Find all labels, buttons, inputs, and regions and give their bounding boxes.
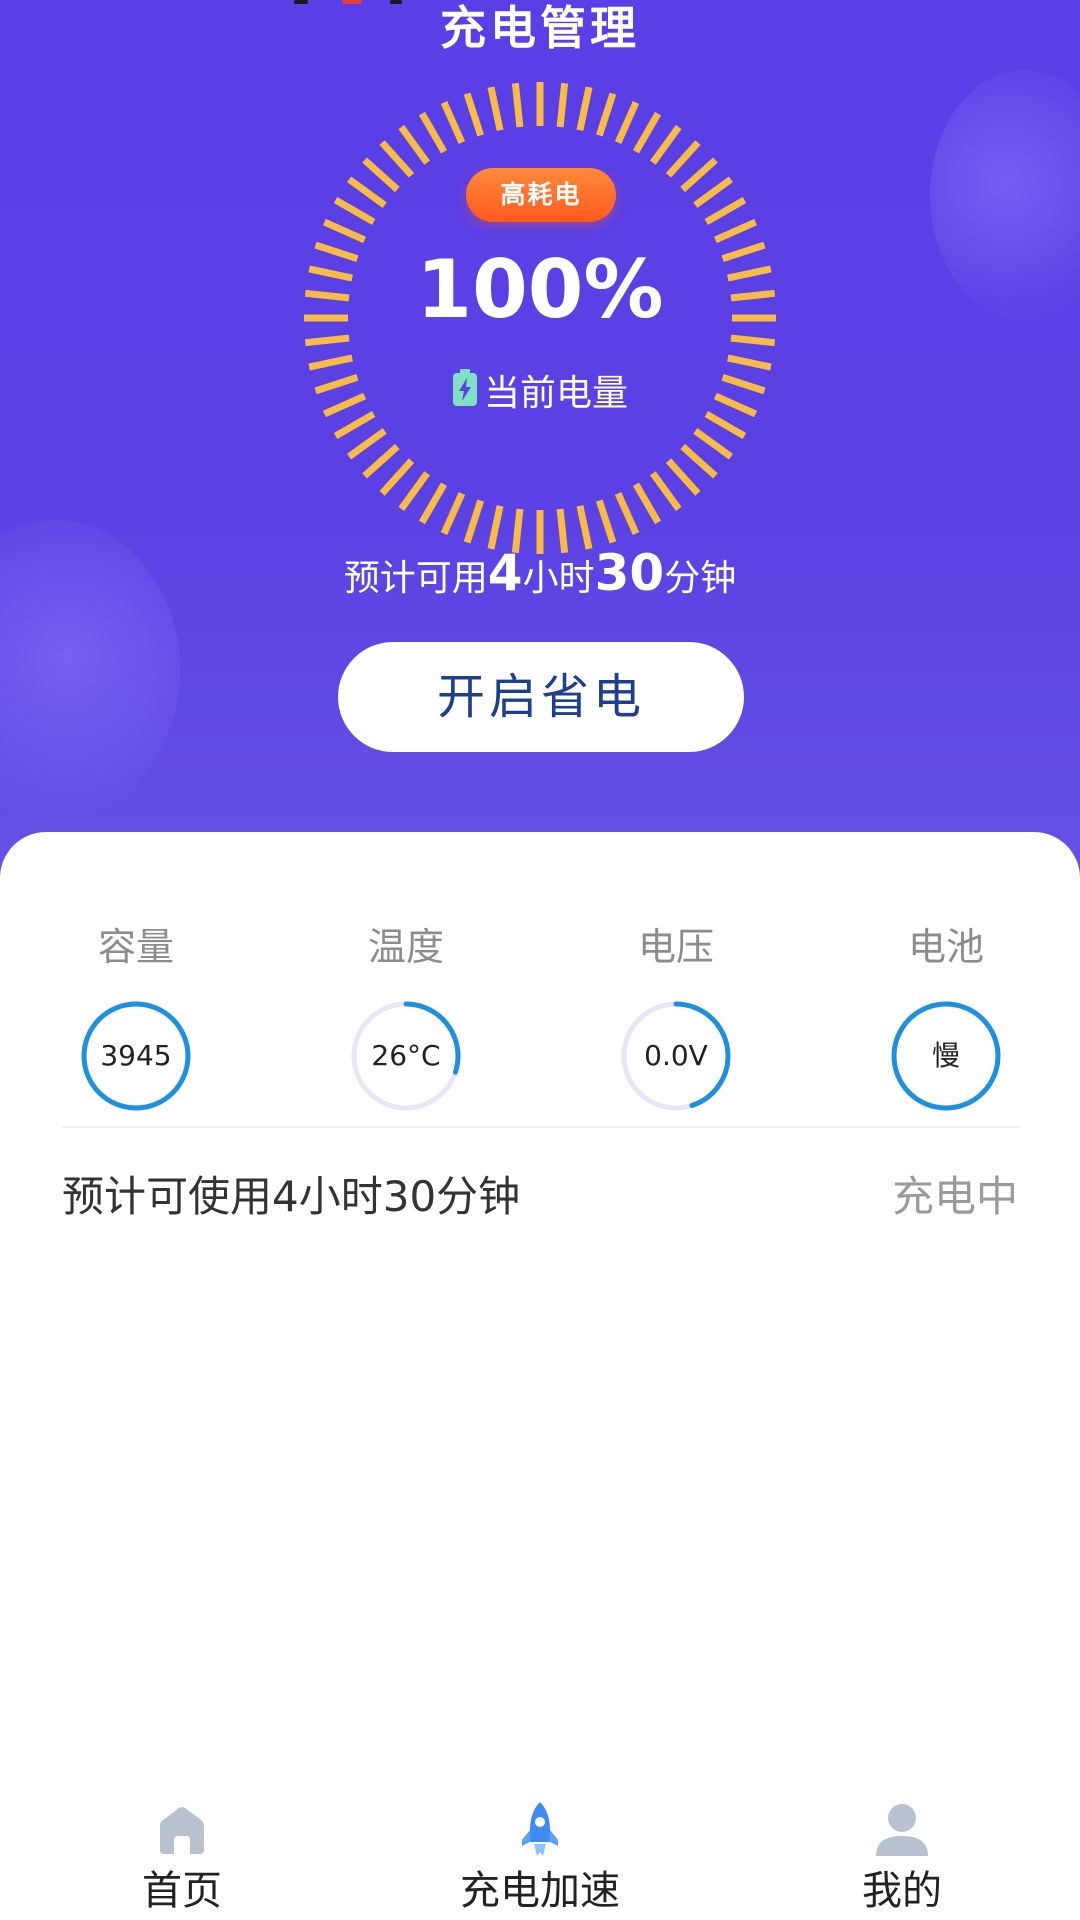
- gauge-tick: [713, 218, 758, 244]
- gauge-tick: [440, 100, 466, 145]
- nav-home-label: 首页: [142, 1868, 222, 1914]
- estimate-time: 预计可用4小时30分钟: [0, 543, 1080, 609]
- gauge-tick: [632, 482, 662, 525]
- divider: [62, 1126, 1020, 1128]
- stat-temperature: 温度 26°C: [316, 922, 496, 1112]
- gauge-tick: [308, 265, 353, 282]
- gauge-tick: [680, 157, 718, 193]
- user-icon: [876, 1804, 928, 1856]
- stat-value: 3945: [100, 1039, 172, 1072]
- stat-value: 慢: [931, 1039, 960, 1072]
- home-icon: [160, 1807, 204, 1854]
- gauge-tick: [614, 491, 640, 536]
- gauge-tick: [721, 374, 766, 395]
- gauge-tick: [596, 499, 617, 544]
- estimate-minutes: 30: [594, 544, 665, 602]
- high-consumption-badge: 高耗电: [466, 168, 616, 222]
- bottom-nav: 首页 充电加速 我的: [0, 1790, 1080, 1920]
- gauge-tick: [463, 92, 484, 137]
- battery-percent: 100%: [416, 243, 664, 336]
- hero-section: 充电管理 高耗电 100% 当前电量 预计可用4小时30分钟 开启省电: [0, 0, 1080, 900]
- nav-mine-label: 我的: [862, 1868, 942, 1914]
- estimate-hours: 4: [487, 544, 523, 602]
- charging-status: 充电中: [891, 1172, 1018, 1221]
- gauge-tick: [704, 410, 747, 440]
- gauge-tick: [730, 289, 776, 302]
- gauge-tick: [347, 428, 387, 460]
- nav-charge-boost-label: 充电加速: [460, 1868, 620, 1914]
- estimate-prefix: 预计可用: [343, 558, 488, 599]
- stat-label: 容量: [97, 925, 174, 969]
- gauge-tick: [576, 86, 593, 131]
- gauge-tick: [418, 482, 448, 525]
- battery-charging-icon: [452, 369, 478, 411]
- nav-charge-boost[interactable]: 充电加速: [420, 1790, 660, 1920]
- gauge-tick: [693, 176, 733, 208]
- stat-label: 电池: [907, 925, 984, 969]
- decorative-orb: [930, 70, 1080, 320]
- stat-value: 0.0V: [644, 1039, 708, 1072]
- gauge-tick: [614, 100, 640, 145]
- gauge-tick: [721, 241, 766, 262]
- stat-voltage: 电压 0.0V: [586, 922, 766, 1112]
- gauge-tick: [379, 458, 415, 496]
- gauge-tick: [347, 176, 387, 208]
- gauge-tick: [304, 289, 350, 302]
- stat-capacity: 容量 3945: [46, 922, 226, 1112]
- gauge-tick: [322, 218, 367, 244]
- estimate-hours-unit: 小时: [522, 558, 595, 599]
- gauge-tick: [596, 92, 617, 137]
- current-level-label: 当前电量: [430, 365, 650, 415]
- gauge-tick: [322, 392, 367, 418]
- gauge-tick: [632, 111, 662, 154]
- stat-label: 温度: [367, 925, 444, 969]
- gauge-tick: [487, 86, 504, 131]
- power-save-button[interactable]: 开启省电: [338, 642, 744, 752]
- gauge-tick: [713, 392, 758, 418]
- gauge-tick: [665, 458, 701, 496]
- gauge-tick: [304, 334, 350, 347]
- usage-estimate: 预计可使用4小时30分钟: [62, 1172, 521, 1221]
- battery-stats: 容量 3945 温度 26°C 电压 0.0V 电池 慢: [0, 922, 1080, 1112]
- gauge-tick: [308, 354, 353, 371]
- gauge-tick: [730, 334, 776, 347]
- gauge-tick: [333, 196, 376, 226]
- gauge-tick: [727, 265, 772, 282]
- page-title: 充电管理: [440, 1, 640, 55]
- current-level-text: 当前电量: [483, 373, 628, 414]
- gauge-tick: [463, 499, 484, 544]
- gauge-tick: [314, 374, 359, 395]
- gauge-tick: [362, 443, 400, 479]
- gauge-tick: [693, 428, 733, 460]
- gauge-tick: [650, 125, 682, 165]
- nav-home[interactable]: 首页: [62, 1790, 302, 1920]
- gauge-tick: [556, 82, 569, 128]
- gauge-tick: [398, 471, 430, 511]
- gauge-tick: [398, 125, 430, 165]
- gauge-tick: [440, 491, 466, 536]
- gauge-tick: [314, 241, 359, 262]
- gauge-tick: [418, 111, 448, 154]
- gauge-tick: [333, 410, 376, 440]
- gauge-tick: [511, 82, 524, 128]
- gauge-tick: [362, 157, 400, 193]
- gauge-tick: [665, 140, 701, 178]
- gauge-tick: [650, 471, 682, 511]
- gauge-tick: [680, 443, 718, 479]
- gauge-tick: [704, 196, 747, 226]
- rocket-icon: [522, 1802, 558, 1856]
- estimate-minutes-unit: 分钟: [664, 558, 737, 599]
- gauge-tick: [379, 140, 415, 178]
- stat-label: 电压: [637, 925, 714, 969]
- stat-battery: 电池 慢: [856, 922, 1036, 1112]
- battery-info-card: 容量 3945 温度 26°C 电压 0.0V 电池 慢 预计可使用4小时30分…: [0, 832, 1080, 1920]
- nav-mine[interactable]: 我的: [782, 1790, 1022, 1920]
- gauge-tick: [727, 354, 772, 371]
- stat-value: 26°C: [371, 1039, 441, 1072]
